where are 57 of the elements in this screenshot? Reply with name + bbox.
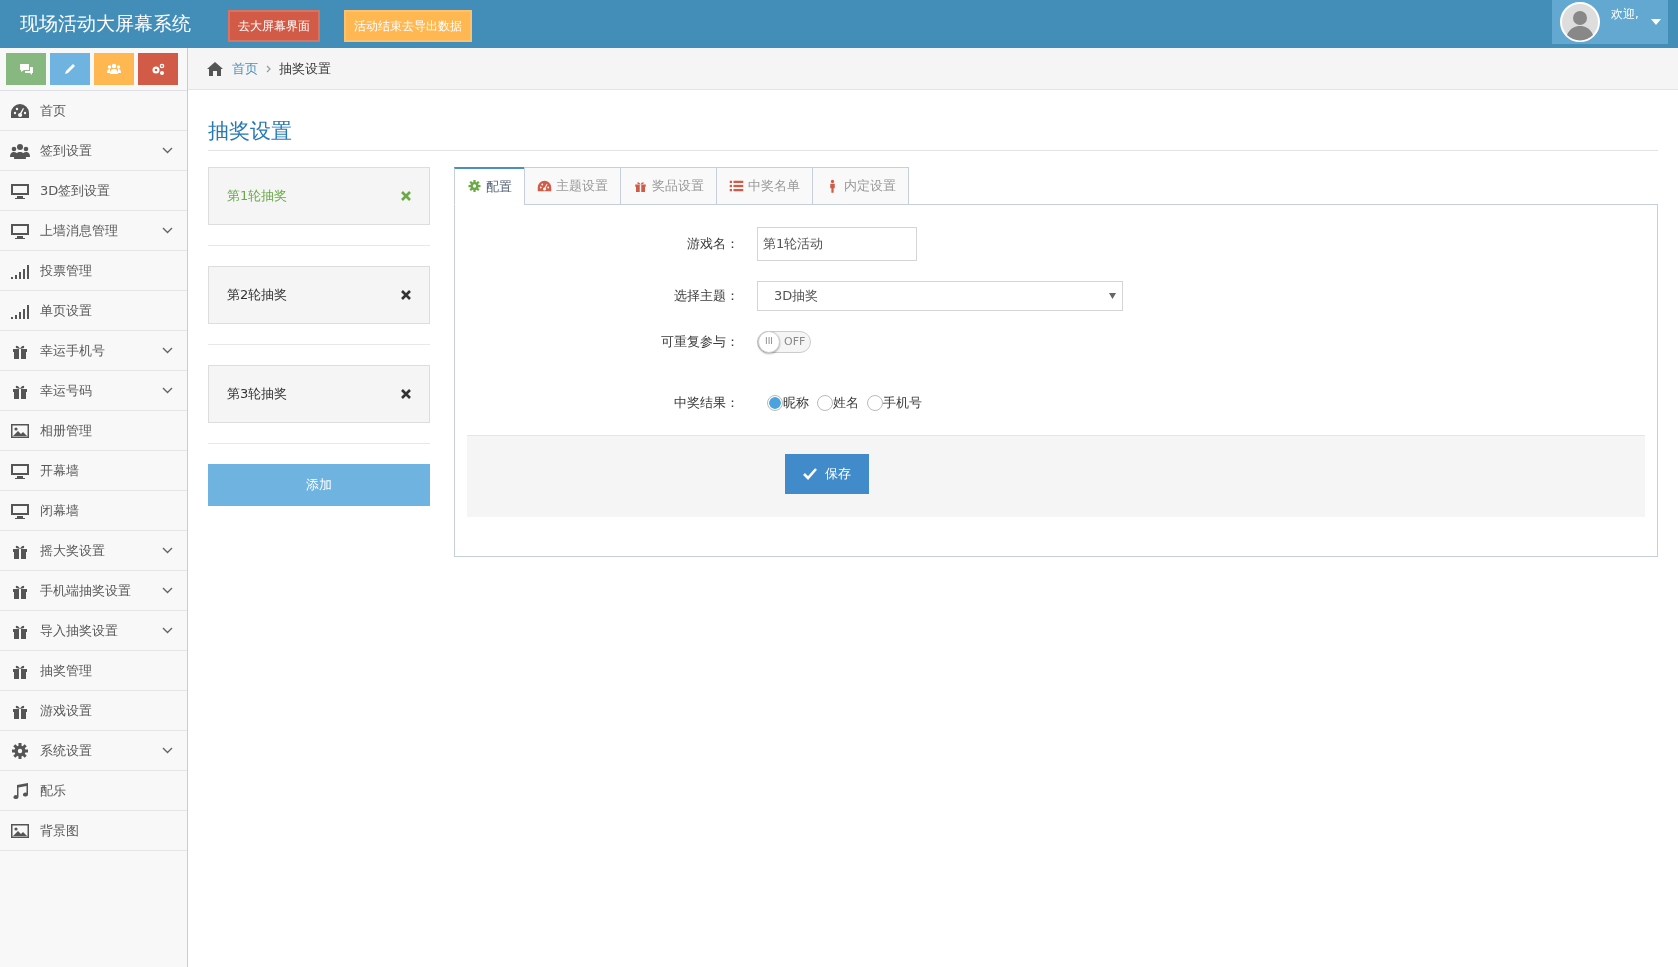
- users-icon: [106, 61, 122, 77]
- gear-icon: [467, 179, 482, 194]
- caret-icon: [1650, 19, 1661, 25]
- shortcut-button[interactable]: [138, 53, 178, 85]
- music-note-icon: [10, 781, 30, 800]
- dashboard-icon: [10, 101, 30, 120]
- dashboard-icon: [537, 178, 552, 193]
- avatar-icon: [1560, 2, 1600, 42]
- image-icon: [10, 421, 30, 440]
- tab[interactable]: 配置: [454, 166, 525, 205]
- home-icon: [206, 61, 224, 76]
- shortcut-button[interactable]: [94, 53, 134, 85]
- save-button[interactable]: 保存: [785, 453, 869, 494]
- chevron-down-icon: [162, 347, 173, 354]
- radio-option[interactable]: 手机号: [867, 393, 922, 413]
- theme-select[interactable]: 3D抽奖: [757, 281, 1123, 311]
- breadcrumb-current: 抽奖设置: [279, 59, 331, 78]
- page-title: 抽奖设置: [208, 116, 1658, 151]
- app-title: 现场活动大屏幕系统: [19, 11, 191, 36]
- chevron-down-icon: [162, 627, 173, 634]
- monitor-icon: [10, 501, 30, 520]
- form-label: 选择主题：: [673, 287, 740, 306]
- radio-button[interactable]: [767, 394, 783, 411]
- radio-option[interactable]: 姓名: [817, 393, 859, 413]
- chevron-right-icon: [266, 64, 271, 73]
- chevron-down-icon: [162, 387, 173, 394]
- monitor-icon: [10, 221, 30, 240]
- toggle-switch[interactable]: III OFF: [757, 331, 811, 353]
- caret-icon: [1109, 293, 1116, 299]
- chevron-down-icon: [162, 147, 173, 154]
- pencil-icon: [62, 61, 78, 77]
- monitor-icon: [10, 181, 30, 200]
- round-item[interactable]: 第2轮抽奖: [208, 265, 430, 324]
- form-label: 可重复参与：: [660, 333, 740, 352]
- radio-button[interactable]: [867, 394, 883, 411]
- chevron-down-icon: [162, 547, 173, 554]
- chevron-down-icon: [162, 587, 173, 594]
- round-item[interactable]: 第3轮抽奖: [208, 364, 430, 423]
- form-label: 游戏名：: [686, 235, 740, 254]
- radio-option[interactable]: 昵称: [767, 393, 809, 413]
- gears-icon: [150, 61, 166, 77]
- monitor-icon: [10, 461, 30, 480]
- shortcut-button[interactable]: [6, 53, 46, 85]
- chevron-down-icon: [162, 227, 173, 234]
- chevron-down-icon: [162, 747, 173, 754]
- list-icon: [729, 178, 744, 193]
- close-icon[interactable]: [401, 388, 411, 399]
- users-icon: [10, 141, 30, 160]
- gear-icon: [10, 741, 30, 760]
- form-label: 中奖结果：: [673, 394, 740, 412]
- game-name-field[interactable]: 第1轮活动: [757, 227, 917, 261]
- check-icon: [803, 467, 817, 480]
- image-icon: [10, 821, 30, 840]
- close-icon[interactable]: [401, 289, 411, 300]
- header-button[interactable]: 去大屏幕界面: [228, 10, 320, 42]
- chat-icon: [18, 61, 34, 77]
- radio-button[interactable]: [817, 394, 833, 411]
